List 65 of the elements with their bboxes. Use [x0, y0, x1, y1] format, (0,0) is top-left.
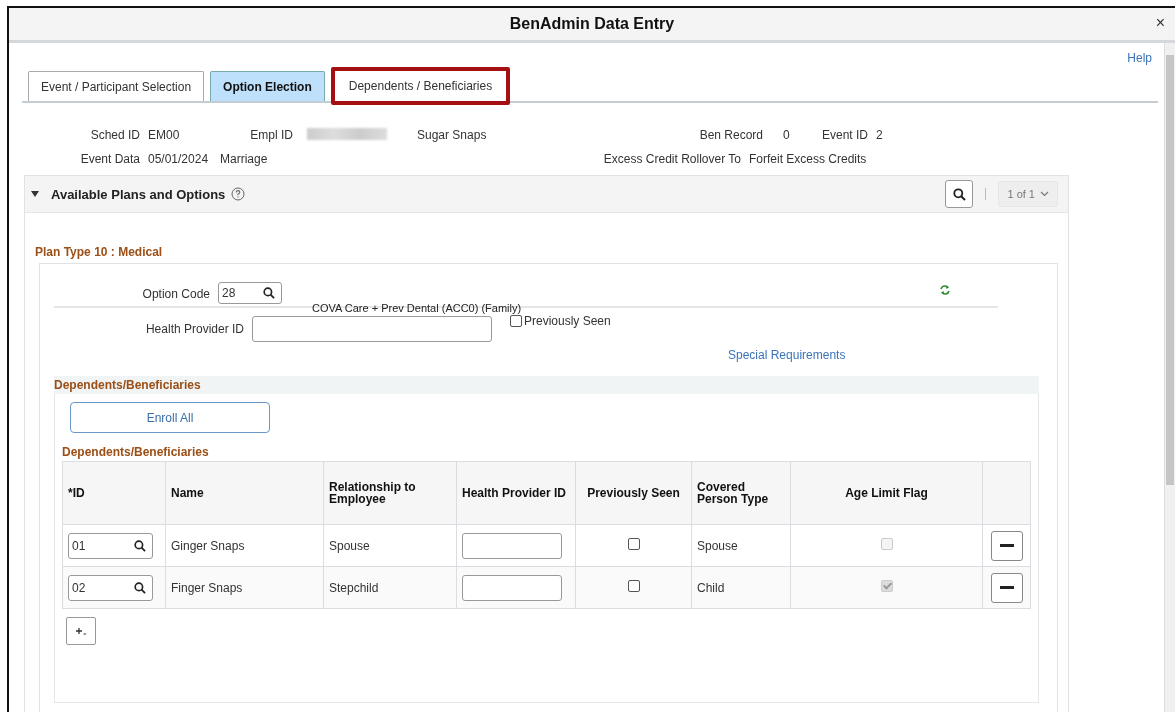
field-label: Sched ID — [89, 128, 140, 142]
window-title: BenAdmin Data Entry — [509, 15, 675, 33]
section-title: Plan Type 10 : Medical — [35, 245, 164, 259]
table-cell: Spouse — [329, 538, 370, 553]
checkbox[interactable] — [627, 538, 640, 550]
checkbox[interactable] — [627, 580, 640, 592]
option-code-field[interactable]: 28 — [218, 282, 282, 304]
employee-name: Sugar Snaps — [417, 128, 488, 142]
plus-icon — [75, 626, 87, 636]
table-cell: Ginger Snaps — [171, 538, 245, 553]
option-description: COVA Care + Prev Dental (ACC0) (Family) — [312, 302, 522, 314]
special-requirements-link[interactable]: Special Requirements — [728, 348, 846, 362]
column-header: Age Limit Flag — [845, 486, 928, 500]
table-cell: Child — [697, 580, 725, 595]
tab[interactable]: Dependents / Beneficiaries — [330, 67, 511, 105]
search-icon — [952, 187, 966, 201]
delete-row-button[interactable] — [990, 530, 1023, 561]
field-label: Excess Credit Rollover To — [602, 152, 741, 166]
column-header: Previously Seen — [587, 486, 680, 500]
scrollbar[interactable] — [1164, 43, 1175, 712]
id-field[interactable]: 01 — [68, 532, 153, 559]
column-header: Name — [171, 486, 204, 500]
tab[interactable]: Option Election — [210, 71, 325, 101]
field-value: 2 — [875, 128, 883, 142]
grid-title: Dependents/Beneficiaries — [62, 445, 210, 459]
field-value: 0 — [782, 128, 791, 142]
chevron-down-icon — [1040, 191, 1049, 197]
checkbox-label: Previously Seen — [524, 314, 611, 328]
collapse-icon[interactable] — [31, 191, 39, 197]
id-field[interactable]: 02 — [68, 574, 153, 601]
health-provider-field[interactable] — [462, 532, 562, 559]
field-value: 05/01/2024 — [147, 152, 210, 166]
pager-dropdown[interactable]: 1 of 1 — [998, 181, 1058, 207]
field-label: Event ID — [820, 128, 868, 142]
table-cell: Stepchild — [329, 580, 379, 595]
search-icon[interactable] — [134, 539, 146, 552]
delete-row-button[interactable] — [990, 572, 1023, 603]
add-row-button[interactable] — [66, 617, 96, 645]
column-header: Health Provider ID — [462, 486, 567, 500]
tab[interactable]: Event / Participant Selection — [28, 71, 205, 101]
field-value: Marriage — [219, 152, 269, 166]
field-label: Option Code — [141, 287, 210, 301]
field-label: Empl ID — [249, 128, 293, 142]
enroll-all-button[interactable]: Enroll All — [70, 402, 270, 433]
search-button[interactable] — [945, 180, 974, 208]
field-label: Health Provider ID — [144, 322, 244, 336]
field-label: Event Data — [79, 152, 140, 166]
refresh-icon[interactable] — [939, 284, 951, 296]
section-header: Dependents/Beneficiaries — [54, 376, 1039, 394]
field-value: Forfeit Excess Credits — [748, 152, 867, 166]
search-icon[interactable] — [263, 287, 275, 299]
health-provider-field[interactable] — [462, 574, 562, 601]
help-icon[interactable] — [231, 187, 246, 201]
field-value: EM00 — [147, 128, 181, 142]
table-cell: Spouse — [697, 538, 738, 553]
table-cell: Finger Snaps — [171, 580, 243, 595]
column-header: Covered Person Type — [697, 480, 769, 506]
column-header: *ID — [68, 486, 85, 500]
panel-title: Available Plans and Options — [51, 186, 226, 202]
close-button[interactable]: × — [1155, 14, 1165, 32]
health-provider-field[interactable] — [252, 316, 492, 342]
checkbox[interactable] — [510, 315, 522, 327]
field-label: Ben Record — [698, 128, 763, 142]
column-header: Relationship to Employee — [329, 480, 416, 506]
search-icon[interactable] — [134, 581, 146, 594]
